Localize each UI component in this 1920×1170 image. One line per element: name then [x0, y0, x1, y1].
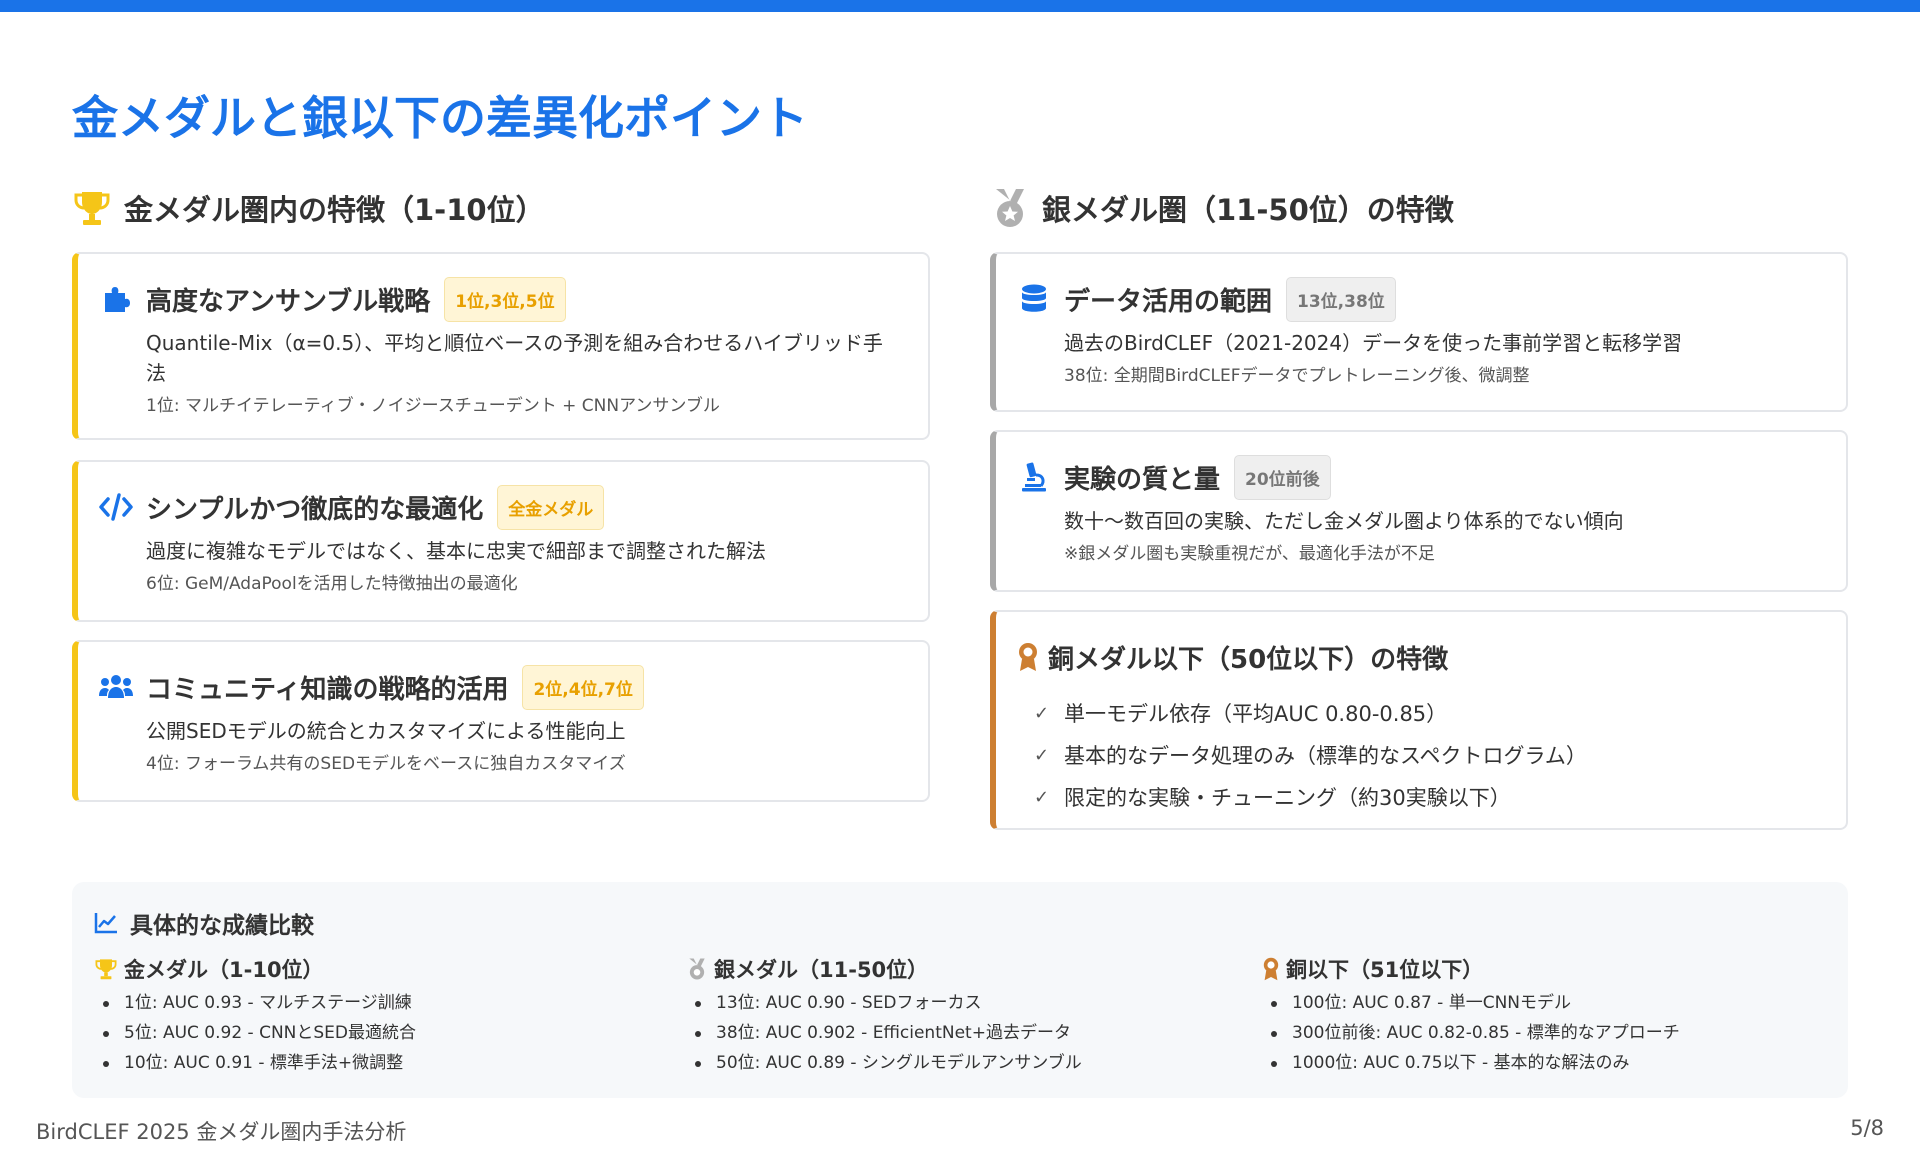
- card-note: ※銀メダル圏も実験重視だが、最適化手法が不足: [1064, 544, 1435, 564]
- list-item: 1000位: AUC 0.75以下 - 基本的な解法のみ: [1262, 1048, 1822, 1078]
- card-description: 数十〜数百回の実験、ただし金メダル圏より体系的でない傾向: [1064, 509, 1624, 533]
- card-note: 6位: GeM/AdaPoolを活用した特徴抽出の最適化: [146, 574, 518, 594]
- gold-section-heading: 金メダル圏内の特徴（1-10位）: [72, 184, 930, 232]
- silver-section-title: 銀メダル圏（11-50位）の特徴: [1042, 193, 1454, 227]
- bronze-award-icon: [1262, 957, 1280, 981]
- puzzle-icon: [98, 284, 134, 314]
- silver-card-experiments: 実験の質と量 20位前後 数十〜数百回の実験、ただし金メダル圏より体系的でない傾…: [990, 430, 1848, 592]
- gold-card-community: コミュニティ知識の戦略的活用 2位,4位,7位 公開SEDモデルの統合とカスタマ…: [72, 640, 930, 802]
- card-title: コミュニティ知識の戦略的活用: [146, 674, 509, 705]
- top-accent-bar: [0, 0, 1920, 12]
- gold-card-ensemble: 高度なアンサンブル戦略 1位,3位,5位 Quantile-Mix（α=0.5）…: [72, 252, 930, 440]
- silver-medal-icon: [990, 187, 1030, 229]
- comparison-title: 具体的な成績比較: [130, 913, 314, 939]
- list-item: 38位: AUC 0.902 - EfficientNet+過去データ: [686, 1018, 1246, 1048]
- rank-badge: 13位,38位: [1286, 276, 1396, 322]
- gold-card-optimization: シンプルかつ徹底的な最適化 全金メダル 過度に複雑なモデルではなく、基本に忠実で…: [72, 460, 930, 622]
- rank-badge: 20位前後: [1234, 454, 1331, 500]
- comparison-column-title: 銀メダル（11-50位）: [686, 954, 1246, 984]
- comparison-bronze-column: 銅以下（51位以下） 100位: AUC 0.87 - 単一CNNモデル 300…: [1262, 954, 1822, 1078]
- card-description: 過度に複雑なモデルではなく、基本に忠実で細部まで調整された解法: [146, 539, 766, 563]
- silver-medal-icon: [686, 957, 708, 981]
- card-note: 4位: フォーラム共有のSEDモデルをベースに独自カスタマイズ: [146, 754, 626, 774]
- card-title: シンプルかつ徹底的な最適化: [146, 494, 484, 525]
- comparison-column-title: 金メダル（1-10位）: [94, 954, 654, 984]
- check-icon: ✓: [1034, 702, 1050, 724]
- silver-section: 銀メダル圏（11-50位）の特徴 データ活用の範囲 13位,38位 過去のBir…: [990, 184, 1848, 830]
- card-title: 高度なアンサンブル戦略: [146, 286, 431, 317]
- check-icon: ✓: [1034, 744, 1050, 766]
- bronze-feature-list: ✓ 単一モデル依存（平均AUC 0.80-0.85） ✓ 基本的なデータ処理のみ（標…: [1034, 692, 1818, 818]
- list-item: 5位: AUC 0.92 - CNNとSED最適統合: [94, 1018, 654, 1048]
- rank-badge: 1位,3位,5位: [444, 276, 566, 322]
- card-title: データ活用の範囲: [1064, 286, 1273, 317]
- card-description: 過去のBirdCLEF（2021-2024）データを使った事前学習と転移学習: [1064, 331, 1683, 355]
- silver-section-heading: 銀メダル圏（11-50位）の特徴: [990, 184, 1848, 232]
- gold-section: 金メダル圏内の特徴（1-10位） 高度なアンサンブル戦略 1位,3位,5位 Qu…: [72, 184, 930, 802]
- comparison-gold-column: 金メダル（1-10位） 1位: AUC 0.93 - マルチステージ訓練 5位:…: [94, 954, 654, 1078]
- list-item: 10位: AUC 0.91 - 標準手法+微調整: [94, 1048, 654, 1078]
- card-note: 1位: マルチイテレーティブ・ノイジースチューデント + CNNアンサンブル: [146, 396, 720, 416]
- microscope-icon: [1016, 461, 1052, 493]
- list-item: 50位: AUC 0.89 - シングルモデルアンサンブル: [686, 1048, 1246, 1078]
- comparison-silver-column: 銀メダル（11-50位） 13位: AUC 0.90 - SEDフォーカス 38…: [686, 954, 1246, 1078]
- users-icon: [98, 672, 134, 702]
- comparison-panel: 具体的な成績比較 金メダル（1-10位） 1位: AUC 0.93 - マルチス…: [72, 882, 1848, 1098]
- page-number: 5/8: [1850, 1116, 1884, 1140]
- list-item: ✓ 単一モデル依存（平均AUC 0.80-0.85）: [1034, 702, 1448, 726]
- bronze-award-icon: [1016, 642, 1040, 672]
- line-chart-icon: [94, 912, 118, 934]
- silver-card-data: データ活用の範囲 13位,38位 過去のBirdCLEF（2021-2024）デ…: [990, 252, 1848, 412]
- page-title: 金メダルと銀以下の差異化ポイント: [72, 91, 808, 145]
- footer-title: BirdCLEF 2025 金メダル圏内手法分析: [36, 1120, 407, 1144]
- card-description: 公開SEDモデルの統合とカスタマイズによる性能向上: [146, 719, 626, 743]
- comparison-heading: 具体的な成績比較: [94, 908, 1826, 939]
- list-item: 300位前後: AUC 0.82-0.85 - 標準的なアプローチ: [1262, 1018, 1822, 1048]
- trophy-icon: [72, 187, 112, 229]
- list-item: ✓ 限定的な実験・チューニング（約30実験以下）: [1034, 786, 1511, 810]
- rank-badge: 2位,4位,7位: [522, 664, 644, 710]
- gold-section-title: 金メダル圏内の特徴（1-10位）: [124, 193, 545, 227]
- list-item: 1位: AUC 0.93 - マルチステージ訓練: [94, 988, 654, 1018]
- rank-badge: 全金メダル: [497, 484, 605, 530]
- check-icon: ✓: [1034, 786, 1050, 808]
- comparison-column-title: 銅以下（51位以下）: [1262, 954, 1822, 984]
- list-item: 13位: AUC 0.90 - SEDフォーカス: [686, 988, 1246, 1018]
- list-item: 100位: AUC 0.87 - 単一CNNモデル: [1262, 988, 1822, 1018]
- card-note: 38位: 全期間BirdCLEFデータでプレトレーニング後、微調整: [1064, 366, 1530, 386]
- card-title: 実験の質と量: [1064, 464, 1221, 495]
- code-icon: [98, 492, 134, 522]
- card-description: Quantile-Mix（α=0.5）、平均と順位ベースの予測を組み合わせるハイ…: [146, 331, 883, 385]
- list-item: ✓ 基本的なデータ処理のみ（標準的なスペクトログラム）: [1034, 744, 1587, 768]
- database-icon: [1016, 284, 1052, 314]
- bronze-card: 銅メダル以下（50位以下）の特徴 ✓ 単一モデル依存（平均AUC 0.80-0.8…: [990, 610, 1848, 830]
- bronze-section-title: 銅メダル以下（50位以下）の特徴: [1048, 644, 1449, 675]
- trophy-icon: [94, 957, 118, 981]
